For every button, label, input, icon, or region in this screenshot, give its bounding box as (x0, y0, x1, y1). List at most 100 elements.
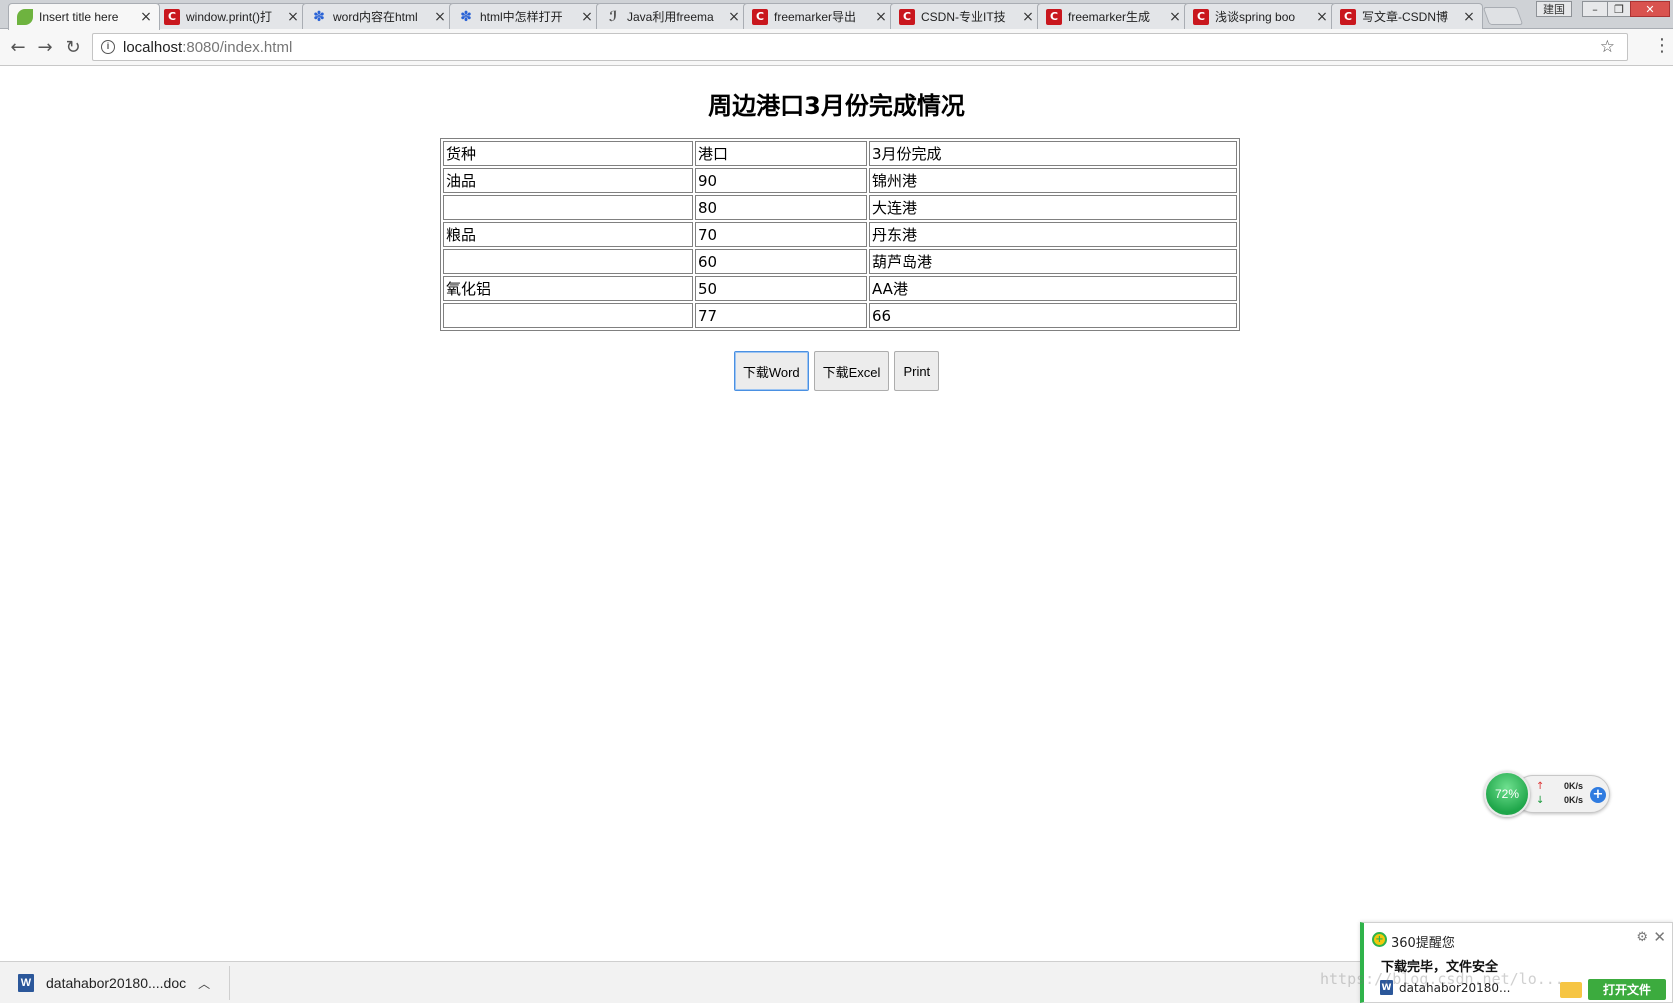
table-row: 氧化铝 50 AA港 (443, 276, 1237, 301)
table-cell: 葫芦岛港 (869, 249, 1237, 274)
gear-icon[interactable]: ⚙ (1636, 930, 1648, 945)
java-icon: ℐ (608, 8, 618, 25)
print-button[interactable]: Print (894, 351, 940, 391)
open-file-button[interactable]: 打开文件 (1588, 979, 1666, 1000)
download-rate: 0K/s (1564, 795, 1584, 805)
table-row: 77 66 (443, 303, 1237, 328)
table-cell: 大连港 (869, 195, 1237, 220)
bookmark-star-icon[interactable]: ☆ (1600, 37, 1615, 57)
tab-freemarker-export[interactable]: C freemarker导出 × (743, 3, 895, 29)
close-icon[interactable]: × (1021, 9, 1035, 25)
download-item[interactable]: W datahabor20180....doc ︿ (10, 966, 230, 1000)
tab-label: 浅谈spring boo (1215, 10, 1296, 24)
tab-label: 写文章-CSDN博 (1362, 10, 1448, 24)
popup-file: W datahabor20180... (1380, 980, 1511, 995)
tab-label: freemarker生成 (1068, 10, 1151, 24)
tab-csdn[interactable]: C CSDN-专业IT技 × (890, 3, 1042, 29)
info-icon[interactable]: i (101, 40, 115, 54)
close-icon[interactable]: × (1168, 9, 1182, 25)
security-popup: + 360提醒您 ⚙ ✕ 下载完毕，文件安全 W datahabor20180.… (1360, 922, 1673, 1003)
download-arrow-icon: ↓ (1536, 795, 1545, 806)
tab-window-print[interactable]: C window.print()打 × (155, 3, 307, 29)
table-cell: 50 (695, 276, 867, 301)
popup-title: 360提醒您 (1391, 936, 1455, 951)
tab-label: window.print()打 (186, 10, 273, 24)
table-cell: 77 (695, 303, 867, 328)
menu-icon[interactable]: ⋮ (1653, 37, 1671, 55)
url-host: localhost (123, 38, 183, 56)
tab-insert-title[interactable]: Insert title here × (8, 3, 160, 30)
close-icon[interactable]: × (874, 9, 888, 25)
restore-icon[interactable]: ❐ (1607, 1, 1631, 17)
table-row: 60 葫芦岛港 (443, 249, 1237, 274)
table-cell: 66 (869, 303, 1237, 328)
table-cell: 锦州港 (869, 168, 1237, 193)
memory-percent[interactable]: 72% (1484, 771, 1530, 817)
url-path: :8080/index.html (182, 38, 293, 56)
close-icon[interactable]: × (1315, 9, 1329, 25)
net-speed-widget[interactable]: 72% ↑ ↓ 0K/s 0K/s + (1484, 771, 1612, 817)
table-cell: 粮品 (443, 222, 693, 247)
close-icon[interactable]: × (286, 9, 300, 25)
table-cell: AA港 (869, 276, 1237, 301)
plus-icon[interactable]: + (1590, 787, 1606, 803)
download-word-button[interactable]: 下载Word (733, 351, 809, 391)
close-icon[interactable]: × (580, 9, 594, 25)
tab-write-article[interactable]: C 写文章-CSDN博 × (1331, 3, 1483, 29)
table-cell: 90 (695, 168, 867, 193)
baidu-icon: ✽ (460, 8, 472, 25)
table-cell (443, 303, 693, 328)
csdn-icon: C (752, 8, 768, 25)
table-cell (443, 195, 693, 220)
table-cell: 80 (695, 195, 867, 220)
popup-filename: datahabor20180... (1399, 980, 1511, 995)
chevron-up-icon[interactable]: ︿ (198, 975, 210, 992)
leaf-icon (17, 9, 33, 25)
report-table: 货种 港口 3月份完成 油品 90 锦州港 80 大连港 粮品 70 丹东港 6… (440, 138, 1240, 331)
new-tab-button[interactable] (1482, 7, 1524, 25)
360-logo-icon: + (1372, 932, 1387, 947)
folder-icon[interactable] (1560, 982, 1582, 998)
download-filename: datahabor20180....doc (46, 975, 187, 991)
close-icon[interactable]: × (139, 9, 153, 25)
tab-label: CSDN-专业IT技 (921, 10, 1006, 24)
popup-message: 下载完毕，文件安全 (1381, 960, 1499, 975)
window-close-icon[interactable]: ✕ (1630, 1, 1670, 17)
tab-label: Insert title here (39, 10, 119, 24)
tab-word-html[interactable]: ✽ word内容在html × (302, 3, 454, 29)
csdn-icon: C (164, 8, 180, 25)
close-icon[interactable]: ✕ (1653, 928, 1666, 946)
browser-toolbar: ← → ↻ i localhost:8080/index.html ☆ ⋮ (0, 29, 1673, 66)
back-arrow-icon[interactable]: ← (7, 36, 29, 58)
address-bar[interactable]: i localhost:8080/index.html ☆ (92, 33, 1628, 61)
minimize-icon[interactable]: – (1582, 1, 1608, 17)
close-icon[interactable]: × (433, 9, 447, 25)
tab-spring-boot[interactable]: C 浅谈spring boo × (1184, 3, 1336, 29)
table-row: 粮品 70 丹东港 (443, 222, 1237, 247)
forward-arrow-icon[interactable]: → (34, 36, 56, 58)
table-cell (443, 249, 693, 274)
table-cell: 油品 (443, 168, 693, 193)
table-cell: 港口 (695, 141, 867, 166)
download-excel-button[interactable]: 下载Excel (813, 351, 890, 391)
table-row: 油品 90 锦州港 (443, 168, 1237, 193)
page-title: 周边港口3月份完成情况 (708, 92, 965, 120)
table-cell: 60 (695, 249, 867, 274)
table-cell: 氧化铝 (443, 276, 693, 301)
profile-button[interactable]: 建国 (1536, 1, 1572, 17)
tab-label: Java利用freema (627, 10, 714, 24)
tab-html-open[interactable]: ✽ html中怎样打开 × (449, 3, 601, 29)
tab-java-freemarker[interactable]: ℐ Java利用freema × (596, 3, 748, 29)
csdn-icon: C (1046, 8, 1062, 25)
table-row: 80 大连港 (443, 195, 1237, 220)
csdn-icon: C (1193, 8, 1209, 25)
csdn-icon: C (899, 8, 915, 25)
table-row: 货种 港口 3月份完成 (443, 141, 1237, 166)
reload-icon[interactable]: ↻ (62, 36, 84, 58)
tab-freemarker-gen[interactable]: C freemarker生成 × (1037, 3, 1189, 29)
table-cell: 70 (695, 222, 867, 247)
table-cell: 货种 (443, 141, 693, 166)
close-icon[interactable]: × (727, 9, 741, 25)
upload-rate: 0K/s (1564, 781, 1584, 791)
close-icon[interactable]: × (1462, 9, 1476, 25)
